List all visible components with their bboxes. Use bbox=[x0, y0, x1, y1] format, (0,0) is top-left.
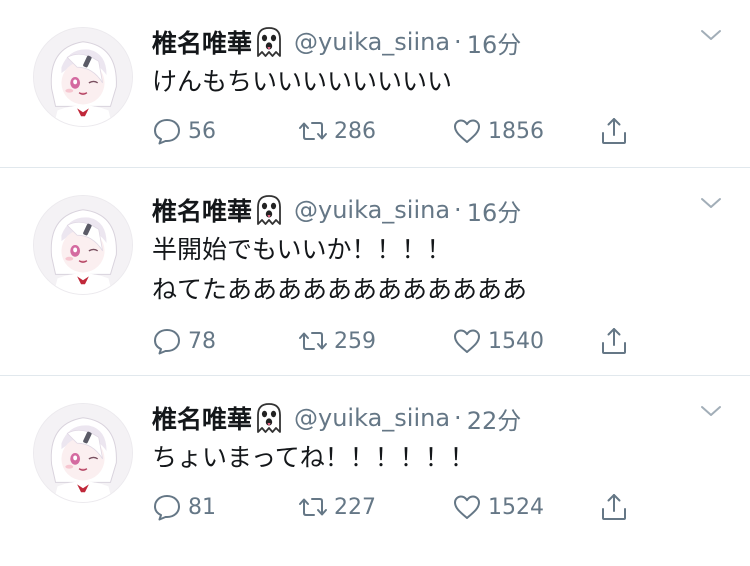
ghost-icon bbox=[257, 27, 281, 57]
like-count: 1856 bbox=[488, 118, 544, 144]
retweet-icon bbox=[299, 122, 327, 140]
reply-icon bbox=[154, 119, 180, 145]
tweet[interactable]: 椎名唯華 @yuika_siina · 16分 けんもちいいいいいいいい 56 bbox=[0, 0, 750, 168]
tweet-header: 椎名唯華 @yuika_siina · 16分 bbox=[152, 190, 521, 230]
chevron-down-icon[interactable] bbox=[700, 196, 722, 210]
like-button[interactable]: 1856 bbox=[452, 113, 544, 149]
timeline: 椎名唯華 @yuika_siina · 16分 けんもちいいいいいいいい 56 bbox=[0, 0, 750, 566]
tweet-text-line: 半開始でもいいか！！！！ bbox=[152, 235, 452, 264]
user-handle[interactable]: @yuika_siina bbox=[294, 28, 450, 56]
tweet-text-line: ちょいまってね！！！！！！ bbox=[152, 443, 475, 472]
share-icon bbox=[602, 494, 626, 520]
timestamp[interactable]: 16分 bbox=[467, 25, 522, 60]
chevron-down-icon[interactable] bbox=[700, 404, 722, 418]
reply-icon bbox=[154, 495, 180, 521]
action-bar: 78 259 1540 bbox=[152, 323, 642, 359]
heart-icon bbox=[454, 329, 480, 353]
heart-icon bbox=[454, 119, 480, 143]
reply-count: 81 bbox=[188, 494, 216, 520]
user-handle[interactable]: @yuika_siina bbox=[294, 196, 450, 224]
display-name[interactable]: 椎名唯華 bbox=[152, 192, 252, 228]
display-name[interactable]: 椎名唯華 bbox=[152, 400, 252, 436]
share-icon bbox=[602, 118, 626, 144]
timestamp[interactable]: 16分 bbox=[467, 193, 522, 228]
share-button[interactable] bbox=[599, 489, 629, 525]
tweet[interactable]: 椎名唯華 @yuika_siina · 16分 半開始でもいいか！！！！ ねてたあ… bbox=[0, 168, 750, 376]
reply-button[interactable]: 81 bbox=[152, 489, 216, 525]
chevron-down-icon[interactable] bbox=[700, 28, 722, 42]
reply-button[interactable]: 56 bbox=[152, 113, 216, 149]
action-bar: 81 227 1524 bbox=[152, 489, 642, 525]
avatar[interactable] bbox=[33, 195, 133, 295]
ghost-icon bbox=[257, 403, 281, 433]
reply-button[interactable]: 78 bbox=[152, 323, 216, 359]
tweet-text: けんもちいいいいいいいい bbox=[152, 62, 452, 102]
avatar-illustration bbox=[34, 196, 132, 294]
tweet-header: 椎名唯華 @yuika_siina · 22分 bbox=[152, 398, 521, 438]
retweet-icon bbox=[299, 332, 327, 350]
avatar-illustration bbox=[34, 28, 132, 126]
like-count: 1540 bbox=[488, 328, 544, 354]
tweet-text-line: けんもちいいいいいいいい bbox=[152, 67, 453, 96]
ghost-icon bbox=[257, 195, 281, 225]
like-button[interactable]: 1540 bbox=[452, 323, 544, 359]
display-name[interactable]: 椎名唯華 bbox=[152, 24, 252, 60]
avatar[interactable] bbox=[33, 403, 133, 503]
separator: · bbox=[454, 28, 462, 56]
retweet-count: 259 bbox=[334, 328, 376, 354]
avatar[interactable] bbox=[33, 27, 133, 127]
like-button[interactable]: 1524 bbox=[452, 489, 544, 525]
separator: · bbox=[454, 404, 462, 432]
share-button[interactable] bbox=[599, 323, 629, 359]
share-button[interactable] bbox=[599, 113, 629, 149]
action-bar: 56 286 1856 bbox=[152, 113, 642, 149]
timestamp[interactable]: 22分 bbox=[467, 401, 522, 436]
tweet[interactable]: 椎名唯華 @yuika_siina · 22分 ちょいまってね！！！！！！ 81 bbox=[0, 376, 750, 566]
reply-icon bbox=[154, 329, 180, 355]
share-icon bbox=[602, 328, 626, 354]
avatar-illustration bbox=[34, 404, 132, 502]
retweet-button[interactable]: 259 bbox=[298, 323, 376, 359]
like-count: 1524 bbox=[488, 494, 544, 520]
user-handle[interactable]: @yuika_siina bbox=[294, 404, 450, 432]
retweet-button[interactable]: 227 bbox=[298, 489, 376, 525]
retweet-button[interactable]: 286 bbox=[298, 113, 376, 149]
heart-icon bbox=[454, 495, 480, 519]
retweet-icon bbox=[299, 498, 327, 516]
tweet-header: 椎名唯華 @yuika_siina · 16分 bbox=[152, 22, 521, 62]
tweet-text: 半開始でもいいか！！！！ ねてたああああああああああああ bbox=[152, 230, 527, 310]
reply-count: 56 bbox=[188, 118, 216, 144]
reply-count: 78 bbox=[188, 328, 216, 354]
tweet-text-line: ねてたああああああああああああ bbox=[152, 275, 528, 304]
retweet-count: 227 bbox=[334, 494, 376, 520]
tweet-text: ちょいまってね！！！！！！ bbox=[152, 438, 475, 478]
retweet-count: 286 bbox=[334, 118, 376, 144]
separator: · bbox=[454, 196, 462, 224]
